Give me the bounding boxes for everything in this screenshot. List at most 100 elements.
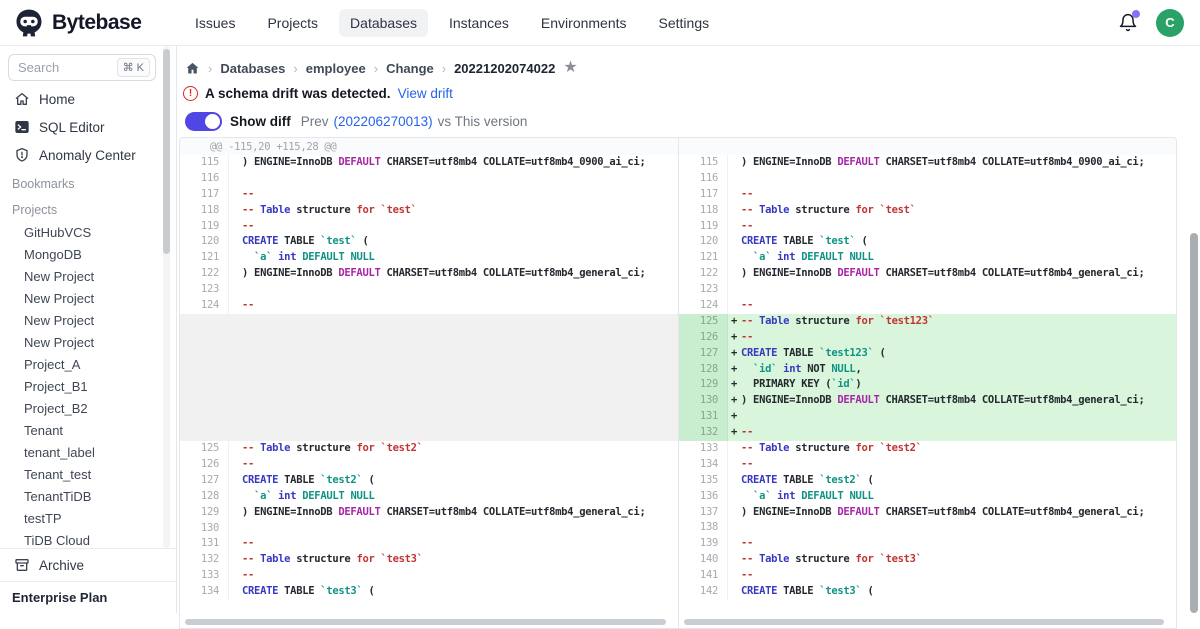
- search-input[interactable]: [18, 60, 117, 75]
- line-number: 123: [180, 282, 229, 298]
- diff-line: 142CREATE TABLE `test3` (: [679, 584, 1176, 600]
- sidebar-project-project-a[interactable]: Project_A: [0, 353, 176, 375]
- code-text: --: [741, 536, 753, 552]
- nav-item-issues[interactable]: Issues: [184, 9, 246, 37]
- nav-item-instances[interactable]: Instances: [438, 9, 520, 37]
- code-text: -- Table structure for `test3`: [741, 552, 922, 568]
- breadcrumb-home-icon[interactable]: [185, 61, 200, 76]
- code-text: --: [242, 568, 254, 584]
- prev-version-link[interactable]: (202206270013): [334, 114, 433, 129]
- sidebar-scrollbar-thumb[interactable]: [163, 49, 170, 254]
- view-drift-link[interactable]: View drift: [398, 86, 453, 101]
- line-number: 127: [180, 473, 229, 489]
- breadcrumb-segment-employee[interactable]: employee: [306, 61, 366, 76]
- anomaly-center-icon: [14, 147, 30, 163]
- diff-line: 137) ENGINE=InnoDB DEFAULT CHARSET=utf8m…: [679, 505, 1176, 521]
- sidebar-project-new-project[interactable]: New Project: [0, 309, 176, 331]
- sidebar-project-new-project[interactable]: New Project: [0, 265, 176, 287]
- diff-line-added: 128+ `id` int NOT NULL,: [679, 362, 1176, 378]
- breadcrumb-separator: ›: [208, 61, 212, 76]
- line-number: 122: [180, 266, 229, 282]
- diff-pane-previous: @@ -115,20 +115,28 @@ 115) ENGINE=InnoDB…: [180, 138, 678, 628]
- show-diff-toggle[interactable]: [185, 112, 222, 131]
- code-text: `id` int NOT NULL,: [741, 362, 861, 378]
- sidebar-project-testtp[interactable]: testTP: [0, 507, 176, 529]
- line-number: 121: [180, 250, 229, 266]
- line-number: 138: [679, 520, 728, 536]
- sidebar-project-new-project[interactable]: New Project: [0, 287, 176, 309]
- nav-item-settings[interactable]: Settings: [648, 9, 721, 37]
- nav-item-databases[interactable]: Databases: [339, 9, 428, 37]
- code-text: `a` int DEFAULT NULL: [741, 250, 874, 266]
- diff-line: 131--: [180, 536, 678, 552]
- user-avatar[interactable]: C: [1156, 9, 1184, 37]
- sidebar: ⌘ K HomeSQL EditorAnomaly Center Bookmar…: [0, 46, 177, 613]
- sidebar-project-project-b2[interactable]: Project_B2: [0, 397, 176, 419]
- code-text: CREATE TABLE `test3` (: [242, 584, 375, 600]
- code-text: --: [741, 219, 753, 235]
- nav-item-projects[interactable]: Projects: [256, 9, 329, 37]
- sidebar-project-tenant-label[interactable]: tenant_label: [0, 441, 176, 463]
- breadcrumb-separator: ›: [442, 61, 446, 76]
- line-number: 126: [679, 330, 728, 346]
- sidebar-project-tenanttidb[interactable]: TenantTiDB: [0, 485, 176, 507]
- schema-diff-viewer: @@ -115,20 +115,28 @@ 115) ENGINE=InnoDB…: [179, 137, 1177, 629]
- breadcrumb-segment-change[interactable]: Change: [386, 61, 434, 76]
- code-text: --: [741, 425, 753, 441]
- line-number: 118: [679, 203, 728, 219]
- sidebar-item-archive[interactable]: Archive: [0, 548, 176, 581]
- bookmark-star-icon[interactable]: ★: [563, 60, 577, 76]
- diff-toolbar: Show diff Prev (202206270013) vs This ve…: [178, 101, 1200, 131]
- sidebar-project-tidb-cloud[interactable]: TiDB Cloud: [0, 529, 176, 548]
- diff-line-added: 126+--: [679, 330, 1176, 346]
- code-text: --: [741, 298, 753, 314]
- line-number: 125: [180, 441, 229, 457]
- diff-line: 125-- Table structure for `test2`: [180, 441, 678, 457]
- sidebar-item-label: Anomaly Center: [39, 148, 136, 163]
- line-number: 133: [679, 441, 728, 457]
- diff-line: 116: [180, 171, 678, 187]
- diff-line: 119--: [180, 219, 678, 235]
- breadcrumb: ›Databases›employee›Change › 20221202074…: [178, 46, 1200, 76]
- page-vertical-scrollbar-thumb[interactable]: [1190, 233, 1198, 613]
- diff-line: 133 -- Table structure for `test2`: [679, 441, 1176, 457]
- line-number: 118: [180, 203, 229, 219]
- code-text: -- Table structure for `test`: [741, 203, 916, 219]
- breadcrumb-segment-databases[interactable]: Databases: [220, 61, 285, 76]
- right-pane-horizontal-scrollbar[interactable]: [684, 619, 1164, 625]
- breadcrumb-separator: ›: [293, 61, 297, 76]
- diff-line: 135CREATE TABLE `test2` (: [679, 473, 1176, 489]
- diff-line: 118 -- Table structure for `test`: [679, 203, 1176, 219]
- diff-line: 133--: [180, 568, 678, 584]
- diff-line: 124--: [180, 298, 678, 314]
- nav-item-environments[interactable]: Environments: [530, 9, 638, 37]
- line-number: 128: [679, 362, 728, 378]
- diff-line-added: 129+ PRIMARY KEY (`id`): [679, 377, 1176, 393]
- notifications-bell-button[interactable]: [1118, 12, 1138, 34]
- sidebar-project-new-project[interactable]: New Project: [0, 331, 176, 353]
- added-marker: +: [728, 377, 741, 393]
- code-text: `a` int DEFAULT NULL: [741, 489, 874, 505]
- diff-line: 120CREATE TABLE `test` (: [180, 234, 678, 250]
- line-number: 131: [679, 409, 728, 425]
- sidebar-project-tenant[interactable]: Tenant: [0, 419, 176, 441]
- sidebar-project-mongodb[interactable]: MongoDB: [0, 243, 176, 265]
- bytebase-logo[interactable]: Bytebase: [0, 8, 178, 38]
- left-pane-horizontal-scrollbar[interactable]: [185, 619, 666, 625]
- line-number: 130: [679, 393, 728, 409]
- diff-line: 136 `a` int DEFAULT NULL: [679, 489, 1176, 505]
- sidebar-scroll-area: ⌘ K HomeSQL EditorAnomaly Center Bookmar…: [0, 46, 176, 548]
- added-marker: +: [728, 409, 741, 425]
- sidebar-project-project-b1[interactable]: Project_B1: [0, 375, 176, 397]
- code-text: CREATE TABLE `test2` (: [242, 473, 375, 489]
- code-text: -- Table structure for `test2`: [741, 441, 922, 457]
- diff-line: 122) ENGINE=InnoDB DEFAULT CHARSET=utf8m…: [679, 266, 1176, 282]
- search-box[interactable]: ⌘ K: [8, 54, 156, 81]
- code-text: -- Table structure for `test`: [242, 203, 417, 219]
- sidebar-project-githubvcs[interactable]: GitHubVCS: [0, 221, 176, 243]
- sidebar-item-sql-editor[interactable]: SQL Editor: [0, 113, 176, 141]
- sidebar-project-tenant-test[interactable]: Tenant_test: [0, 463, 176, 485]
- sidebar-item-home[interactable]: Home: [0, 85, 176, 113]
- sidebar-item-anomaly-center[interactable]: Anomaly Center: [0, 141, 176, 169]
- added-marker: +: [728, 362, 741, 378]
